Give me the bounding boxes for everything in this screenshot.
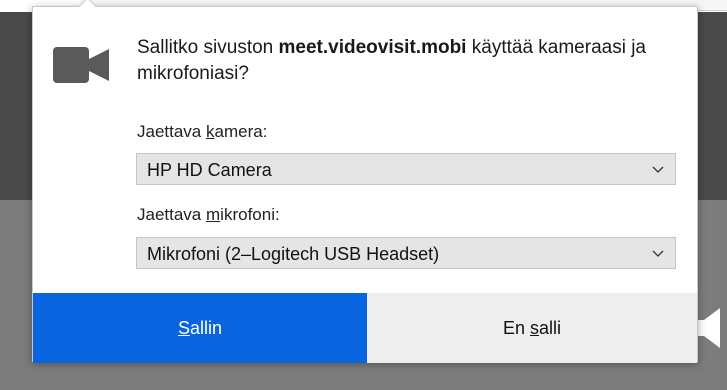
allow-label-rest: allin: [189, 317, 223, 338]
site-domain: meet.videovisit.mobi: [278, 37, 467, 58]
microphone-select-value: Mikrofoni (2–Logitech USB Headset): [147, 244, 440, 264]
chevron-down-icon: [651, 246, 665, 260]
chevron-down-icon: [651, 162, 665, 176]
permission-panel: Sallitko sivuston meet.videovisit.mobi k…: [32, 0, 698, 363]
video-camera-icon: [53, 47, 109, 83]
camera-label: Jaettava kamera:: [137, 122, 267, 142]
camera-label-access-key: k: [206, 122, 215, 141]
camera-label-start: Jaettava: [137, 122, 206, 141]
deny-label-rest: alli: [539, 317, 562, 338]
deny-label-start: En: [502, 317, 530, 338]
allow-button[interactable]: Sallin: [33, 293, 367, 363]
allow-access-key: S: [177, 317, 190, 338]
microphone-label-start: Jaettava: [137, 205, 206, 224]
microphone-label-end: ikrofoni:: [220, 205, 280, 224]
camera-select[interactable]: HP HD Camera: [136, 153, 676, 185]
deny-button[interactable]: En s alli: [367, 293, 697, 363]
message-prefix: Sallitko sivuston: [137, 37, 279, 58]
microphone-label: Jaettava mikrofoni:: [137, 205, 280, 225]
deny-access-key: s: [530, 317, 539, 338]
permission-message: Sallitko sivuston meet.videovisit.mobi k…: [137, 35, 677, 87]
microphone-label-access-key: m: [206, 205, 221, 224]
camera-label-end: amera:: [214, 122, 268, 141]
camera-select-value: HP HD Camera: [147, 160, 272, 180]
microphone-select[interactable]: Mikrofoni (2–Logitech USB Headset): [136, 237, 676, 269]
